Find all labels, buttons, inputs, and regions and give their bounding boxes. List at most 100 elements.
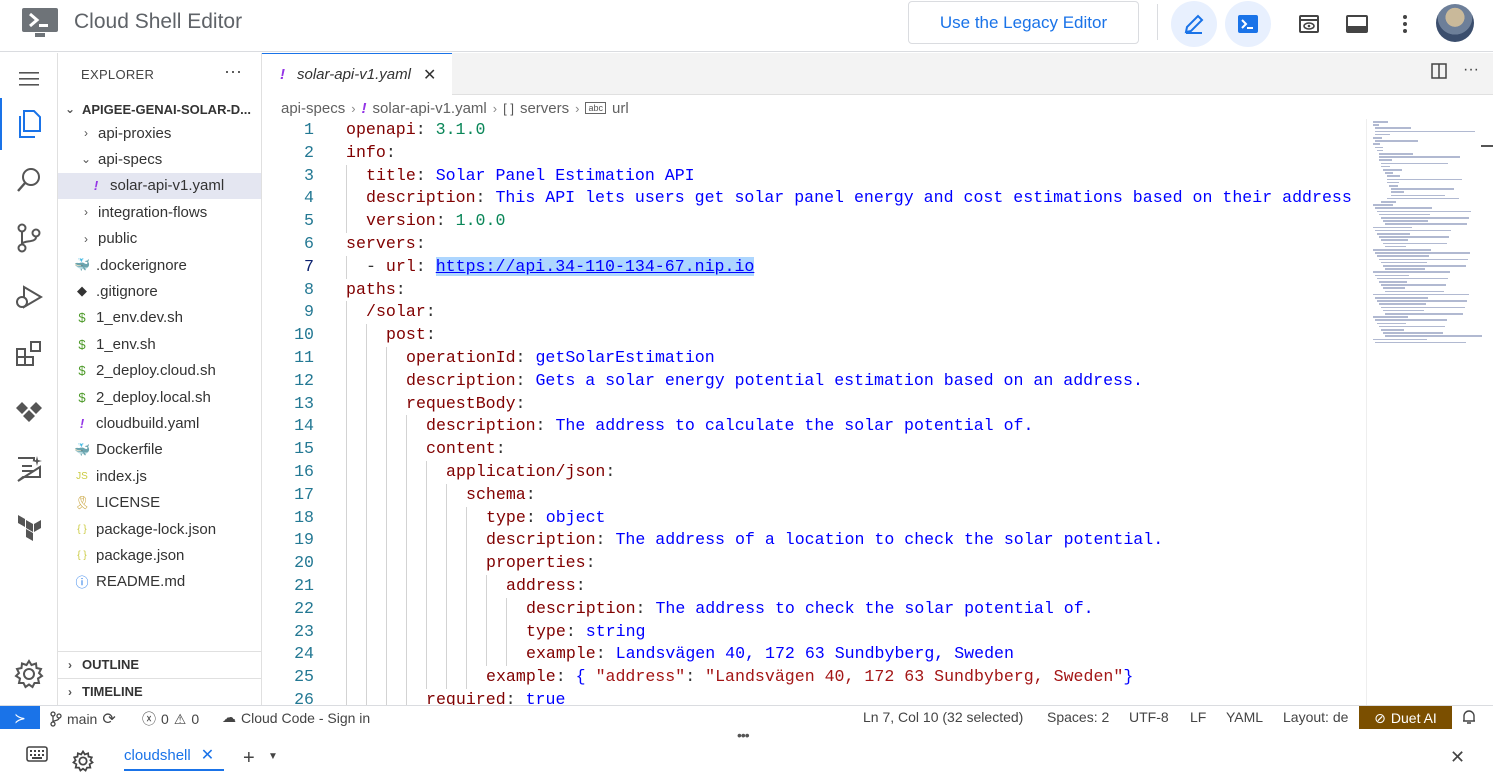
outline-section[interactable]: › OUTLINE bbox=[58, 651, 261, 677]
code-token: schema bbox=[466, 484, 526, 504]
code-token: getSolarEstimation bbox=[535, 348, 715, 367]
code-line[interactable]: 14 description: The address to calculate … bbox=[262, 415, 1366, 439]
explorer-view-button[interactable] bbox=[0, 98, 58, 150]
code-line[interactable]: 16 application/json: bbox=[262, 461, 1366, 484]
tree-file[interactable]: 🎗 LICENSE bbox=[58, 490, 261, 516]
add-terminal-icon[interactable]: + bbox=[243, 747, 255, 770]
breadcrumb-url[interactable]: url bbox=[612, 100, 629, 117]
code-line[interactable]: 11 operationId: getSolarEstimation bbox=[262, 347, 1366, 370]
terminal-layout-button[interactable] bbox=[1334, 1, 1380, 47]
code-line[interactable]: 5 version: 1.0.0 bbox=[262, 210, 1366, 233]
explorer-more-icon[interactable]: ··· bbox=[224, 61, 242, 82]
code-line[interactable]: 23 type: string bbox=[262, 620, 1366, 644]
minimap[interactable] bbox=[1366, 119, 1482, 705]
code-line[interactable]: 2 info: bbox=[262, 142, 1366, 165]
more-options-button[interactable] bbox=[1382, 1, 1428, 47]
terminal-tab-cloudshell[interactable]: cloudshell ✕ bbox=[124, 745, 224, 771]
code-line[interactable]: 24 example: Landsvägen 40, 172 63 Sundbyb… bbox=[262, 643, 1366, 667]
code-line[interactable]: 26 required: true bbox=[262, 689, 1366, 705]
tree-file[interactable]: $1_env.sh bbox=[58, 331, 261, 357]
tree-file[interactable]: 🐳 Dockerfile bbox=[58, 437, 261, 463]
cloud-code-status[interactable]: ☁ Cloud Code - Sign in bbox=[222, 709, 370, 726]
run-debug-view-button[interactable] bbox=[0, 270, 58, 322]
code-line[interactable]: 9/solar: bbox=[262, 301, 1366, 325]
tree-folder[interactable]: ⌄ api-specs bbox=[58, 146, 261, 172]
indentation-setting[interactable]: Spaces: 2 bbox=[1047, 709, 1109, 725]
eol-setting[interactable]: LF bbox=[1190, 709, 1206, 725]
chevron-down-icon[interactable]: ▼ bbox=[268, 751, 278, 762]
extensions-view-button[interactable] bbox=[0, 328, 58, 380]
keyboard-icon[interactable] bbox=[26, 746, 48, 767]
code-line[interactable]: 25 example: { "address": "Landsvägen 40, … bbox=[262, 666, 1366, 689]
breadcrumb-servers[interactable]: servers bbox=[520, 100, 569, 117]
problems-indicator[interactable]: ⓧ 0 ⚠ 0 bbox=[142, 709, 199, 729]
cursor-position[interactable]: Ln 7, Col 10 (32 selected) bbox=[863, 709, 1023, 725]
breadcrumb-file[interactable]: solar-api-v1.yaml bbox=[373, 100, 487, 117]
code-line[interactable]: 22 description: The address to check the … bbox=[262, 597, 1366, 621]
code-line[interactable]: 1 openapi: 3.1.0 bbox=[262, 119, 1366, 142]
use-legacy-editor-button[interactable]: Use the Legacy Editor bbox=[908, 1, 1139, 44]
web-preview-button[interactable] bbox=[1286, 1, 1332, 47]
code-line[interactable]: 7 - url: https://api.34-110-134-67.nip.io bbox=[262, 255, 1366, 279]
tree-file[interactable]: $2_deploy.cloud.sh bbox=[58, 358, 261, 384]
code-line[interactable]: 10 post: bbox=[262, 324, 1366, 347]
close-icon[interactable]: ✕ bbox=[423, 65, 436, 85]
code-line[interactable]: 13 requestBody: bbox=[262, 392, 1366, 416]
code-line[interactable]: 19 description: The address of a location… bbox=[262, 529, 1366, 553]
tree-folder[interactable]: › public bbox=[58, 226, 261, 252]
code-editor[interactable]: 1 openapi: 3.1.0 2 info: 3 title: Solar Panel… bbox=[262, 119, 1366, 705]
code-line[interactable]: 8 paths: bbox=[262, 279, 1366, 302]
code-line[interactable]: 20 properties: bbox=[262, 552, 1366, 575]
minimap-line bbox=[1373, 121, 1389, 123]
code-line[interactable]: 21 address: bbox=[262, 575, 1366, 598]
branch-indicator[interactable]: main ⟳ bbox=[50, 709, 116, 729]
tree-folder[interactable]: › integration-flows bbox=[58, 199, 261, 225]
open-terminal-button[interactable] bbox=[1225, 1, 1271, 47]
settings-button[interactable] bbox=[0, 648, 58, 700]
duet-ai-status[interactable]: ⊘ Duet AI bbox=[1359, 706, 1452, 730]
close-terminal-icon[interactable]: ✕ bbox=[1450, 747, 1465, 768]
more-actions-icon[interactable]: ··· bbox=[1463, 62, 1479, 84]
workspace-root[interactable]: ⌄ APIGEE-GENAI-SOLAR-D... bbox=[58, 96, 261, 122]
notifications-bell-icon[interactable] bbox=[1462, 709, 1476, 725]
tree-file[interactable]: $1_env.dev.sh bbox=[58, 305, 261, 331]
tree-file[interactable]: { } package.json bbox=[58, 542, 261, 568]
tree-file[interactable]: $2_deploy.local.sh bbox=[58, 384, 261, 410]
code-line[interactable]: 12 description: Gets a solar energy poten… bbox=[262, 369, 1366, 393]
code-line[interactable]: 15 content: bbox=[262, 438, 1366, 461]
user-avatar[interactable] bbox=[1436, 4, 1474, 42]
cloud-code-view-button[interactable] bbox=[0, 386, 58, 438]
code-text: application/json: bbox=[446, 461, 615, 484]
source-control-view-button[interactable] bbox=[0, 212, 58, 264]
tree-file[interactable]: 🐳 .dockerignore bbox=[58, 252, 261, 278]
encoding-setting[interactable]: UTF-8 bbox=[1129, 709, 1169, 725]
close-icon[interactable]: ✕ bbox=[201, 745, 214, 765]
keyboard-layout[interactable]: Layout: de bbox=[1283, 709, 1348, 725]
tree-file[interactable]: ◆ .gitignore bbox=[58, 278, 261, 304]
tree-file[interactable]: ! cloudbuild.yaml bbox=[58, 410, 261, 436]
breadcrumb-folder[interactable]: api-specs bbox=[281, 100, 345, 117]
sync-icon[interactable]: ⟳ bbox=[102, 709, 115, 729]
panel-resize-handle[interactable]: ••• bbox=[737, 727, 750, 743]
tree-file[interactable]: { } package-lock.json bbox=[58, 516, 261, 542]
tree-folder[interactable]: › api-proxies bbox=[58, 120, 261, 146]
remote-indicator[interactable]: ≻ bbox=[0, 706, 40, 730]
code-token: : bbox=[595, 530, 616, 550]
timeline-section[interactable]: › TIMELINE bbox=[58, 678, 261, 704]
code-line[interactable]: 3 title: Solar Panel Estimation API bbox=[262, 164, 1366, 188]
tree-file[interactable]: ⓘ README.md bbox=[58, 569, 261, 595]
language-mode[interactable]: YAML bbox=[1226, 709, 1263, 725]
tab-solar-api-v1-yaml[interactable]: ! solar-api-v1.yaml ✕ bbox=[262, 53, 452, 95]
code-line[interactable]: 6 servers: bbox=[262, 233, 1366, 256]
open-editor-button[interactable] bbox=[1171, 1, 1217, 47]
tree-file[interactable]: JS index.js bbox=[58, 463, 261, 489]
split-editor-icon[interactable] bbox=[1431, 63, 1447, 84]
javascript-icon: JS bbox=[76, 470, 88, 482]
search-view-button[interactable] bbox=[0, 154, 58, 206]
code-line[interactable]: 18 type: object bbox=[262, 506, 1366, 530]
tree-file[interactable]: ! solar-api-v1.yaml bbox=[58, 172, 261, 199]
code-line[interactable]: 4 description: This API lets users get so… bbox=[262, 187, 1366, 211]
code-line[interactable]: 17 schema: bbox=[262, 483, 1366, 507]
duet-ai-chat-button[interactable] bbox=[0, 443, 58, 495]
terraform-view-button[interactable] bbox=[0, 501, 58, 553]
